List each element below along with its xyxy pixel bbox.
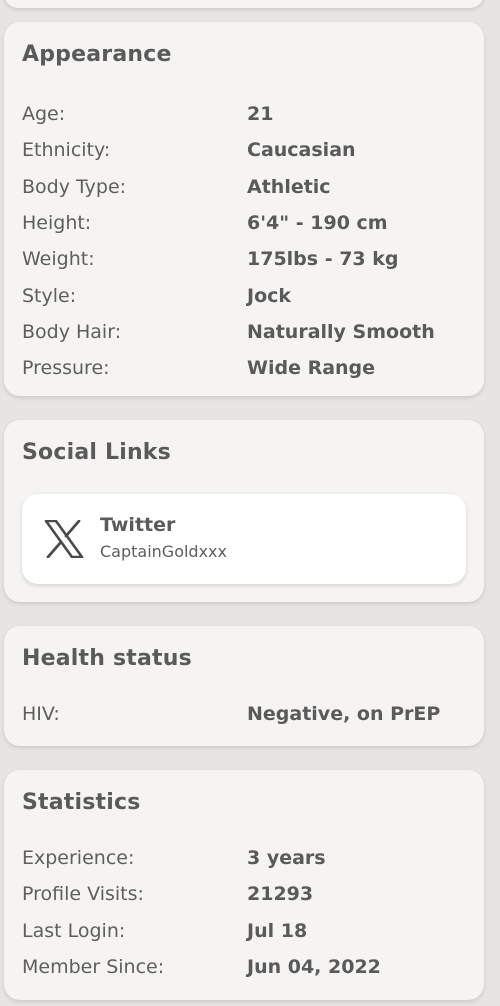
row-label: Ethnicity: <box>22 139 111 162</box>
social-link-handle: CaptainGoldxxx <box>100 542 227 561</box>
row-value: Jock <box>247 284 292 307</box>
row-value: Jun 04, 2022 <box>247 956 381 979</box>
appearance-row-weight: Weight: 175lbs - 73 kg <box>22 241 474 277</box>
row-label: Pressure: <box>22 357 110 380</box>
statistics-row-last-login: Last Login: Jul 18 <box>22 913 474 949</box>
row-value: 21 <box>247 103 274 126</box>
row-label: Style: <box>22 284 77 307</box>
statistics-list: Experience: 3 years Profile Visits: 2129… <box>22 840 474 985</box>
statistics-card: Statistics Experience: 3 years Profile V… <box>4 770 484 1000</box>
appearance-list: Age: 21 Ethnicity: Caucasian Body Type: … <box>22 96 474 386</box>
appearance-title: Appearance <box>22 42 172 67</box>
row-value: Naturally Smooth <box>247 320 435 343</box>
social-link-twitter[interactable]: Twitter CaptainGoldxxx <box>22 494 466 584</box>
row-label: Profile Visits: <box>22 883 144 906</box>
row-label: Body Type: <box>22 175 127 198</box>
row-value: Wide Range <box>247 357 376 380</box>
appearance-row-ethnicity: Ethnicity: Caucasian <box>22 132 474 168</box>
row-value: 175lbs - 73 kg <box>247 248 399 271</box>
row-value: Negative, on PrEP <box>247 703 441 726</box>
appearance-row-style: Style: Jock <box>22 277 474 313</box>
x-twitter-icon <box>44 520 84 558</box>
row-label: HIV: <box>22 703 60 726</box>
row-label: Member Since: <box>22 956 165 979</box>
statistics-title: Statistics <box>22 790 141 815</box>
row-label: Experience: <box>22 847 135 870</box>
appearance-row-pressure: Pressure: Wide Range <box>22 350 474 386</box>
row-value: 3 years <box>247 847 326 870</box>
row-label: Weight: <box>22 248 95 271</box>
statistics-row-member-since: Member Since: Jun 04, 2022 <box>22 949 474 985</box>
health-status-title: Health status <box>22 646 192 671</box>
previous-card-edge <box>4 0 484 8</box>
appearance-row-body-hair: Body Hair: Naturally Smooth <box>22 314 474 350</box>
row-value: Caucasian <box>247 139 356 162</box>
health-row-hiv: HIV: Negative, on PrEP <box>22 696 474 732</box>
row-value: Athletic <box>247 175 331 198</box>
row-label: Height: <box>22 212 92 235</box>
row-value: Jul 18 <box>247 919 308 942</box>
row-value: 21293 <box>247 883 314 906</box>
social-links-title: Social Links <box>22 440 171 465</box>
statistics-row-experience: Experience: 3 years <box>22 840 474 876</box>
social-link-name: Twitter <box>100 514 176 536</box>
row-label: Age: <box>22 103 66 126</box>
appearance-card: Appearance Age: 21 Ethnicity: Caucasian … <box>4 22 484 396</box>
social-links-card: Social Links Twitter CaptainGoldxxx <box>4 420 484 602</box>
statistics-row-profile-visits: Profile Visits: 21293 <box>22 876 474 912</box>
health-status-card: Health status HIV: Negative, on PrEP <box>4 626 484 746</box>
appearance-row-height: Height: 6'4" - 190 cm <box>22 205 474 241</box>
appearance-row-body-type: Body Type: Athletic <box>22 169 474 205</box>
appearance-row-age: Age: 21 <box>22 96 474 132</box>
health-list: HIV: Negative, on PrEP <box>22 696 474 732</box>
row-label: Body Hair: <box>22 320 122 343</box>
row-label: Last Login: <box>22 919 126 942</box>
row-value: 6'4" - 190 cm <box>247 212 388 235</box>
